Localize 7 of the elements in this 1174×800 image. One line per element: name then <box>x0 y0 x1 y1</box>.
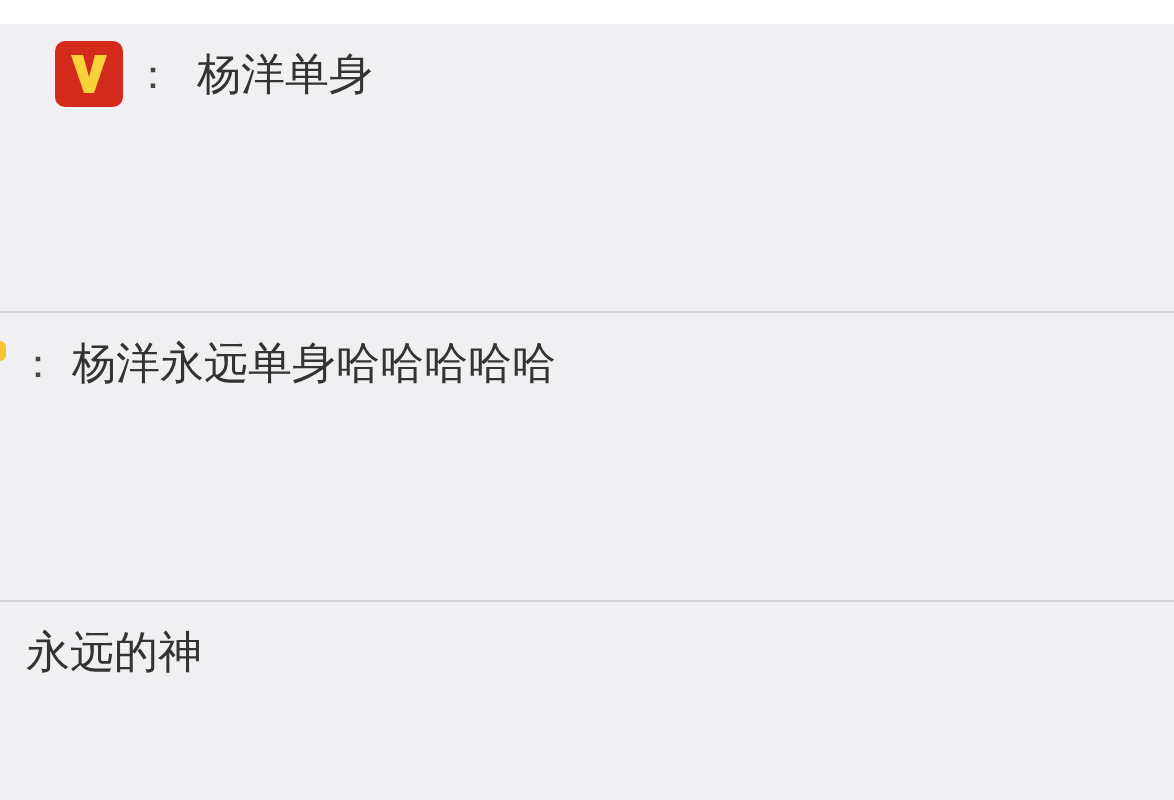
vip-badge-icon <box>55 41 123 107</box>
colon: ： <box>18 338 59 388</box>
comment-text: 杨洋永远单身哈哈哈哈哈 <box>72 335 556 390</box>
colon: ： <box>133 49 174 99</box>
comment-text: 杨洋单身 <box>197 46 373 101</box>
badge-icon <box>0 341 6 361</box>
comment-text: 永远的神 <box>26 624 202 679</box>
